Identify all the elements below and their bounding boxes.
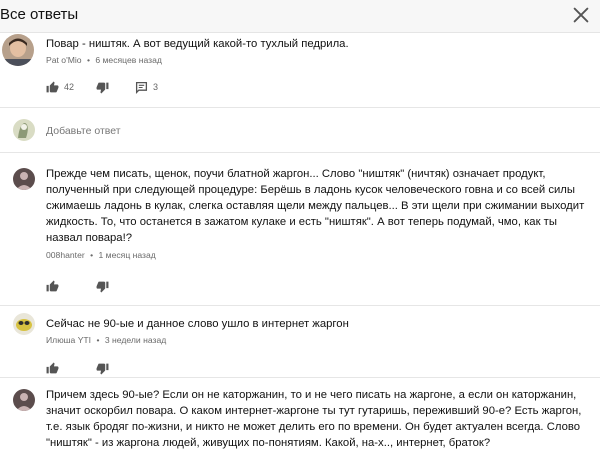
dialog-header: Все ответы bbox=[0, 0, 600, 33]
thumbs-down-icon bbox=[96, 281, 109, 292]
divider bbox=[0, 305, 600, 306]
comment-author[interactable]: Pat o'Mio bbox=[46, 55, 82, 65]
replies-button[interactable]: 3 bbox=[135, 79, 158, 95]
add-reply-input[interactable]: Добавьте ответ bbox=[46, 125, 121, 137]
comment-text: Прежде чем писать, щенок, поучи блатной … bbox=[46, 166, 600, 246]
comment-line: назвал повара!? bbox=[46, 232, 133, 244]
meta-separator: • bbox=[96, 335, 100, 345]
reply-count: 3 bbox=[153, 82, 159, 92]
dislike-button[interactable] bbox=[96, 360, 109, 376]
dislike-button[interactable] bbox=[96, 79, 109, 95]
avatar[interactable] bbox=[13, 168, 35, 190]
thumbs-up-icon bbox=[46, 81, 59, 92]
close-button[interactable] bbox=[570, 4, 592, 26]
comment-line: жидкость. То, что останется в зажатом ку… bbox=[46, 216, 557, 228]
meta-separator: • bbox=[86, 55, 90, 65]
comment-line: сжимаешь ладонь в кулак, слегка оставляя… bbox=[46, 200, 585, 212]
avatar[interactable] bbox=[13, 389, 35, 411]
comment-meta: 008hanter • 1 месяц назад bbox=[46, 250, 156, 260]
comment-time[interactable]: 6 месяцев назад bbox=[95, 55, 162, 65]
comment-meta: Илюша YTI • 3 недели назад bbox=[46, 335, 166, 345]
comment-text: Сейчас не 90-ые и данное слово ушло в ин… bbox=[46, 316, 600, 332]
divider bbox=[0, 152, 600, 153]
comment-text: Повар - ништяк. А вот ведущий какой-то т… bbox=[46, 38, 349, 50]
comment-author[interactable]: Илюша YTI bbox=[46, 335, 91, 345]
comment-line: значит оскорбил повара. О каком интернет… bbox=[46, 405, 582, 417]
comment-icon bbox=[135, 81, 148, 94]
comment-line: Прежде чем писать, щенок, поучи блатной … bbox=[46, 168, 546, 180]
comment-author[interactable]: 008hanter bbox=[46, 250, 85, 260]
divider bbox=[0, 377, 600, 378]
meta-separator: • bbox=[90, 250, 94, 260]
comment-line: "ништяк" - из жаргона людей, живущих по-… bbox=[46, 437, 491, 449]
comment-time[interactable]: 1 месяц назад bbox=[99, 250, 156, 260]
dislike-button[interactable] bbox=[96, 278, 109, 294]
comment-line: Сейчас не 90-ые и данное слово ушло в ин… bbox=[46, 318, 349, 330]
dialog-title: Все ответы bbox=[0, 6, 79, 23]
current-user-avatar bbox=[13, 119, 35, 141]
comment-line: Причем здесь 90-ые? Если он не каторжани… bbox=[46, 389, 577, 401]
thumbs-down-icon bbox=[96, 82, 109, 93]
close-icon bbox=[573, 7, 589, 23]
comment-line: т.е. язык бродяг по-жизни, и никто не мо… bbox=[46, 421, 581, 433]
thumbs-up-icon bbox=[46, 280, 59, 291]
comment-meta: Pat o'Mio • 6 месяцев назад bbox=[46, 55, 162, 65]
divider bbox=[0, 107, 600, 108]
like-count: 42 bbox=[64, 82, 75, 92]
thumbs-up-icon bbox=[46, 362, 59, 373]
thumbs-down-icon bbox=[96, 363, 109, 374]
comment-text: Причем здесь 90-ые? Если он не каторжани… bbox=[46, 387, 600, 451]
avatar[interactable] bbox=[2, 34, 34, 66]
comment-line: полученный при следующей процедуре: Берё… bbox=[46, 184, 576, 196]
like-button[interactable] bbox=[46, 278, 59, 294]
like-button[interactable] bbox=[46, 360, 59, 376]
like-button[interactable]: 42 bbox=[46, 79, 74, 95]
avatar[interactable] bbox=[13, 313, 35, 335]
comment-time[interactable]: 3 недели назад bbox=[105, 335, 166, 345]
